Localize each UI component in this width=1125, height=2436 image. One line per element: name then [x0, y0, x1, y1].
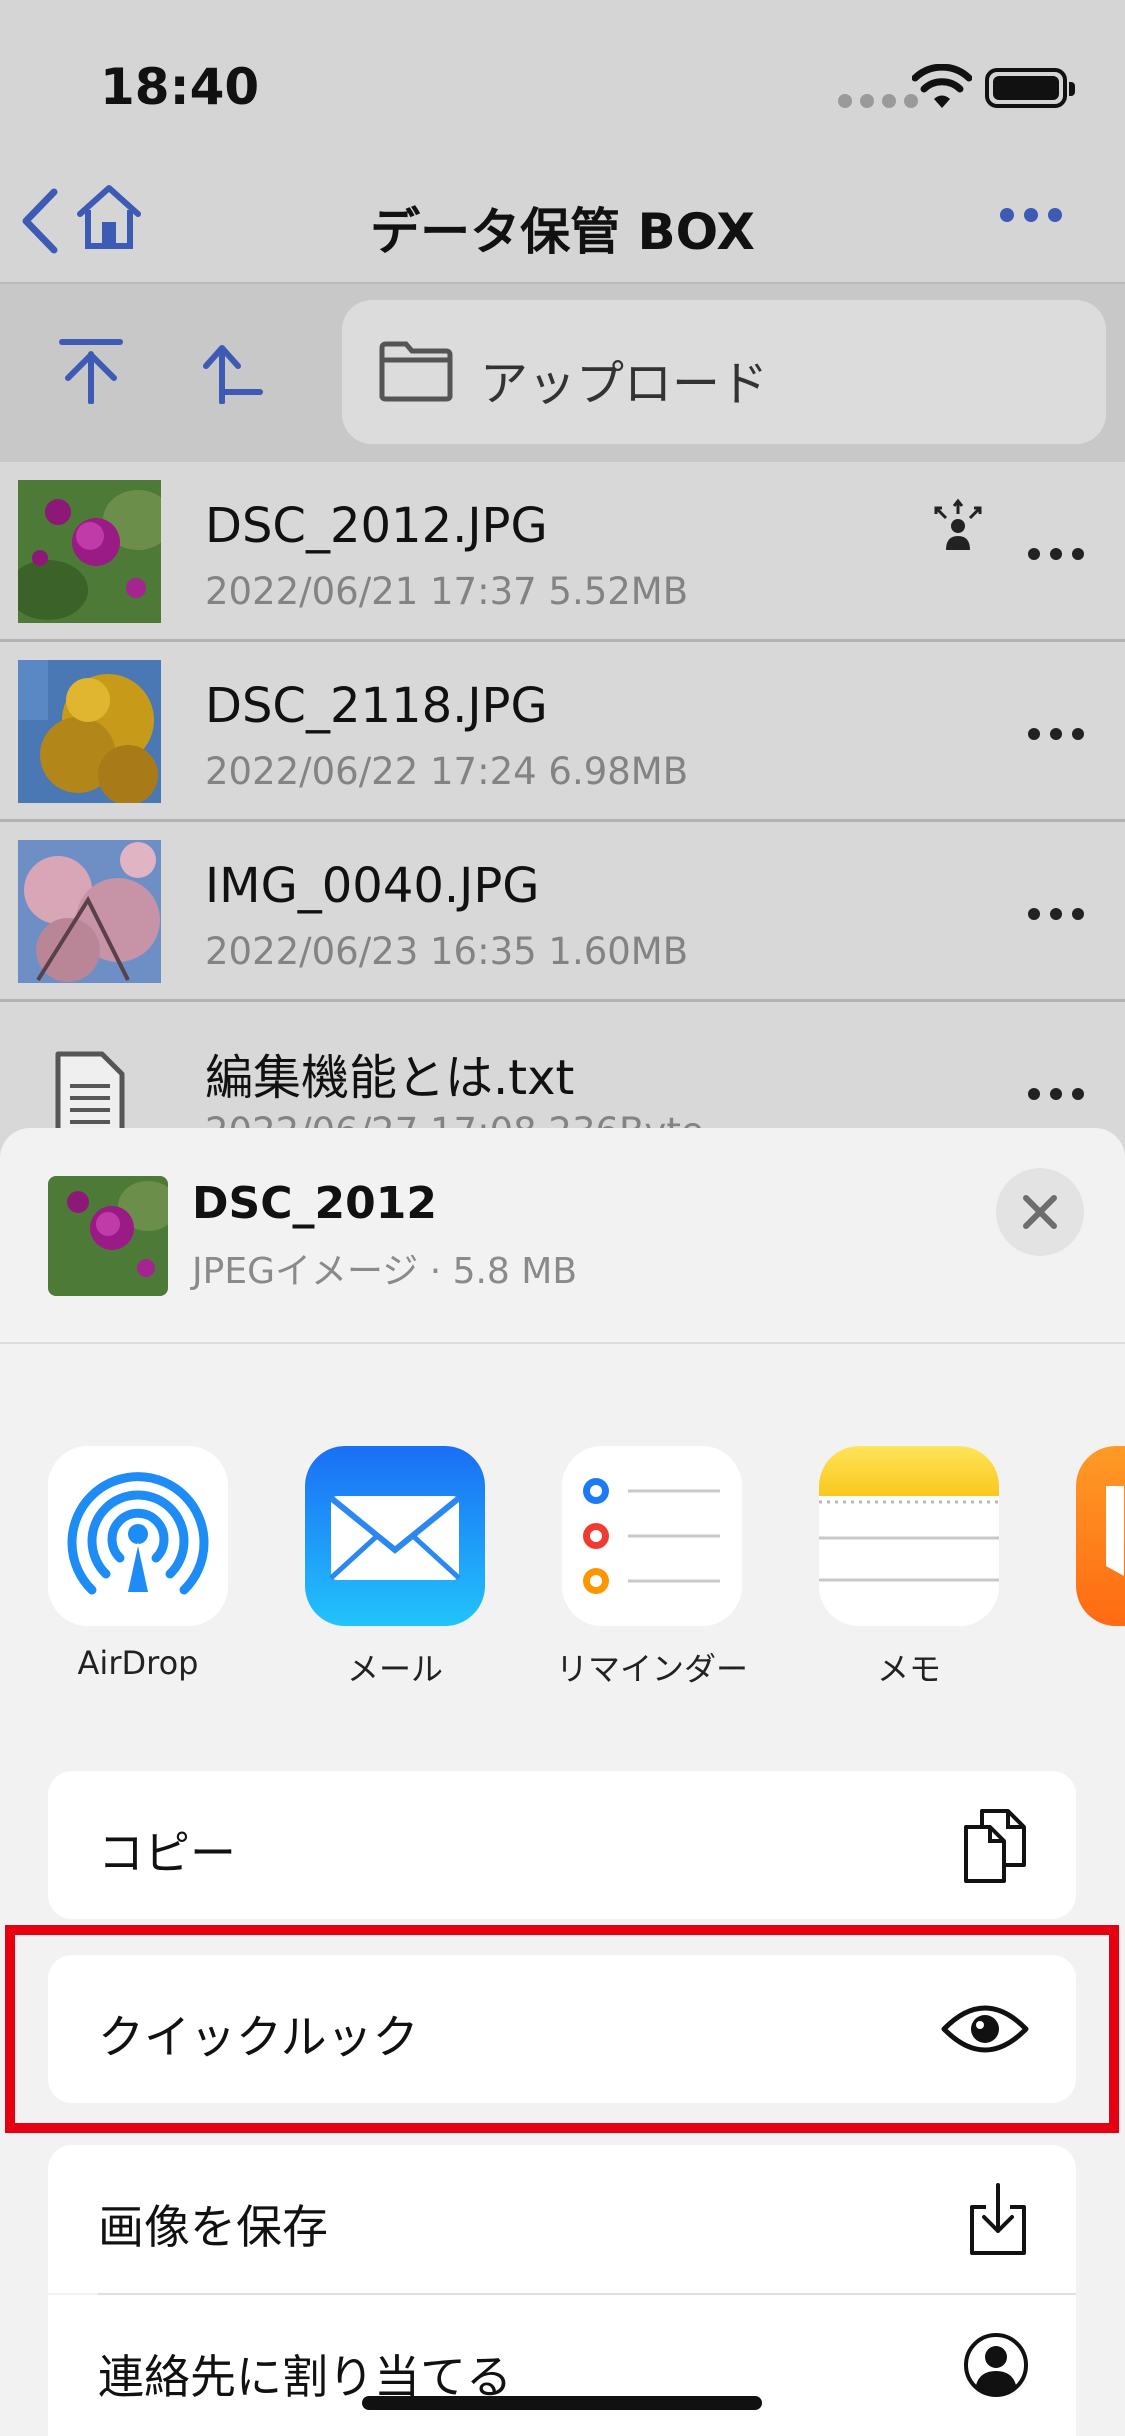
file-size: 6.98MB — [548, 750, 689, 793]
close-icon — [1023, 1195, 1057, 1229]
contact-icon — [964, 2333, 1028, 2397]
row-more-icon[interactable] — [1028, 728, 1084, 740]
file-thumbnail — [18, 840, 161, 983]
action-group-copy: コピー — [48, 1771, 1076, 1919]
action-group-more: 画像を保存 連絡先に割り当てる — [48, 2145, 1076, 2436]
action-group-quicklook: クイックルック — [48, 1955, 1076, 2103]
shared-user-icon — [934, 498, 982, 550]
row-more-icon[interactable] — [1028, 548, 1084, 560]
folder-icon — [379, 341, 453, 402]
save-image-action[interactable]: 画像を保存 — [48, 2145, 1076, 2293]
row-more-icon[interactable] — [1028, 1088, 1084, 1100]
cellular-signal-icon — [838, 94, 918, 108]
share-app-row: AirDrop メール リマインダー メモ — [0, 1446, 1125, 1696]
more-options-icon[interactable] — [1000, 208, 1062, 222]
file-date: 2022/06/21 17:37 — [205, 570, 537, 613]
share-app-mail[interactable]: メール — [305, 1446, 485, 1690]
file-size: 5.52MB — [548, 570, 689, 613]
navigation-bar: データ保管 BOX — [0, 160, 1125, 284]
save-image-label: 画像を保存 — [98, 2200, 328, 2254]
share-sheet-header: DSC_2012 JPEGイメージ · 5.8 MB — [0, 1128, 1125, 1344]
share-app-partial[interactable] — [1076, 1446, 1125, 1626]
go-to-top-icon[interactable] — [56, 338, 126, 404]
assign-contact-action[interactable]: 連絡先に割り当てる — [48, 2295, 1076, 2436]
quicklook-label: クイックルック — [98, 2010, 419, 2064]
file-name: 編集機能とは.txt — [205, 1050, 575, 1106]
file-meta: 2022/06/23 16:35 1.60MB — [205, 930, 688, 973]
file-list: DSC_2012.JPG 2022/06/21 17:37 5.52MB DSC… — [0, 462, 1125, 1182]
share-sheet: DSC_2012 JPEGイメージ · 5.8 MB AirDrop メール リ… — [0, 1128, 1125, 2436]
mail-icon — [305, 1446, 485, 1626]
upload-label: アップロード — [480, 356, 769, 412]
preview-thumbnail — [48, 1176, 168, 1296]
copy-icon — [964, 1809, 1026, 1883]
status-time: 18:40 — [100, 58, 260, 116]
battery-icon — [985, 68, 1075, 108]
quicklook-action[interactable]: クイックルック — [48, 1955, 1076, 2103]
share-subtitle: JPEGイメージ · 5.8 MB — [192, 1251, 578, 1292]
home-indicator — [362, 2396, 762, 2410]
wifi-icon — [912, 64, 972, 108]
parent-folder-icon[interactable] — [200, 338, 270, 404]
file-toolbar: アップロード — [0, 284, 1125, 462]
page-title: データ保管 BOX — [370, 203, 755, 261]
share-app-reminders[interactable]: リマインダー — [556, 1446, 748, 1690]
reminders-icon — [562, 1446, 742, 1626]
file-name: IMG_0040.JPG — [205, 858, 540, 914]
share-app-label: リマインダー — [555, 1650, 748, 1688]
copy-label: コピー — [98, 1826, 236, 1880]
file-thumbnail — [18, 480, 161, 623]
file-name: DSC_2012.JPG — [205, 498, 548, 554]
status-bar: 18:40 — [0, 0, 1125, 180]
file-date: 2022/06/23 16:35 — [205, 930, 537, 973]
share-app-label: メモ — [876, 1650, 941, 1688]
upload-button[interactable]: アップロード — [342, 300, 1106, 444]
notes-icon — [819, 1446, 999, 1626]
share-title: DSC_2012 — [192, 1178, 437, 1229]
share-app-label: メール — [346, 1650, 443, 1688]
airdrop-icon — [48, 1446, 228, 1626]
row-more-icon[interactable] — [1028, 908, 1084, 920]
eye-icon — [941, 2005, 1029, 2053]
file-meta: 2022/06/21 17:37 5.52MB — [205, 570, 688, 613]
close-button[interactable] — [996, 1168, 1084, 1256]
copy-action[interactable]: コピー — [48, 1771, 1076, 1919]
file-row[interactable]: IMG_0040.JPG 2022/06/23 16:35 1.60MB — [0, 822, 1125, 1002]
file-name: DSC_2118.JPG — [205, 678, 548, 734]
share-app-label: AirDrop — [77, 1644, 199, 1682]
share-app-notes[interactable]: メモ — [819, 1446, 999, 1690]
file-thumbnail — [18, 660, 161, 803]
save-download-icon — [970, 2183, 1026, 2255]
file-meta: 2022/06/22 17:24 6.98MB — [205, 750, 688, 793]
file-date: 2022/06/22 17:24 — [205, 750, 537, 793]
file-row[interactable]: DSC_2012.JPG 2022/06/21 17:37 5.52MB — [0, 462, 1125, 642]
books-icon — [1076, 1446, 1125, 1626]
share-app-airdrop[interactable]: AirDrop — [48, 1446, 228, 1682]
file-size: 1.60MB — [548, 930, 689, 973]
file-row[interactable]: DSC_2118.JPG 2022/06/22 17:24 6.98MB — [0, 642, 1125, 822]
